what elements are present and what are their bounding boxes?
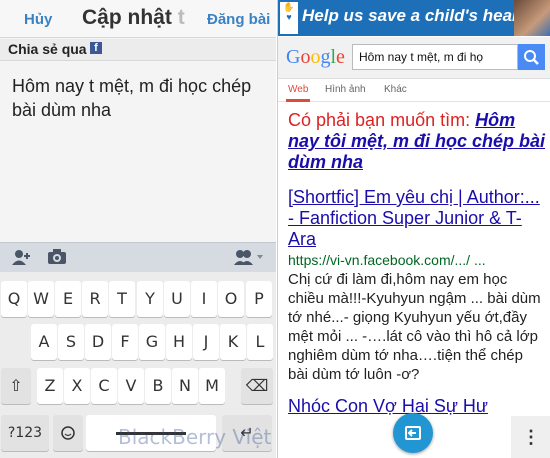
share-arrow-icon — [405, 426, 421, 440]
share-back-fab[interactable] — [393, 413, 433, 453]
shift-key[interactable]: ⇧ — [1, 368, 31, 404]
audience-friends-icon[interactable] — [234, 249, 264, 269]
key-h[interactable]: H — [166, 324, 192, 360]
key-i[interactable]: I — [191, 281, 217, 317]
ad-photo — [514, 0, 550, 36]
page-title: Cập nhật t — [82, 6, 188, 30]
search-tabs: Web Hình ảnh Khác — [278, 80, 550, 102]
key-z[interactable]: Z — [37, 368, 63, 404]
facebook-compose-pane: Hủy Cập nhật t Đăng bài Chia sẻ qua f Hô… — [0, 0, 276, 458]
key-x[interactable]: X — [64, 368, 90, 404]
backspace-key[interactable]: ⌫ — [241, 368, 273, 404]
charity-logo-icon: ✋ ♥ — [280, 2, 298, 34]
compose-area[interactable]: Hôm nay t mệt, m đi học chép bài dùm nha — [0, 62, 276, 242]
key-j[interactable]: J — [193, 324, 219, 360]
key-k[interactable]: K — [220, 324, 246, 360]
facebook-icon: f — [90, 42, 102, 54]
cancel-button[interactable]: Hủy — [24, 11, 52, 28]
overflow-menu-button[interactable]: ⋮ — [511, 416, 550, 458]
search-button[interactable] — [518, 44, 545, 70]
google-header: Google Hôm nay t mệt, m đi họ — [278, 37, 550, 79]
key-u[interactable]: U — [164, 281, 190, 317]
result-title-link[interactable]: [Shortfic] Em yêu chị | Author:... - Fan… — [288, 187, 546, 250]
search-results: Có phải bạn muốn tìm: Hôm nay tôi mệt, m… — [288, 110, 546, 417]
did-you-mean-prefix: Có phải bạn muốn tìm: — [288, 110, 476, 130]
search-input[interactable]: Hôm nay t mệt, m đi họ — [352, 44, 518, 70]
search-icon — [524, 50, 539, 65]
ad-text: Help us save a child's heart! — [302, 6, 530, 25]
key-n[interactable]: N — [172, 368, 198, 404]
watermark: BlackBerry Việt Nam — [118, 425, 276, 449]
did-you-mean: Có phải bạn muốn tìm: Hôm nay tôi mệt, m… — [288, 110, 546, 173]
key-t[interactable]: T — [109, 281, 135, 317]
attachment-bar — [0, 242, 276, 272]
tab-images[interactable]: Hình ảnh — [325, 84, 366, 95]
result-snippet: Chị cứ đi làm đi,hôm nay em học chiều mà… — [288, 271, 541, 383]
ad-banner[interactable]: ✋ ♥ Help us save a child's heart! — [278, 0, 550, 36]
compose-text[interactable]: Hôm nay t mệt, m đi học chép bài dùm nha — [12, 74, 262, 122]
key-w[interactable]: W — [28, 281, 54, 317]
title-fade-text: t — [177, 6, 185, 29]
key-d[interactable]: D — [85, 324, 111, 360]
key-q[interactable]: Q — [1, 281, 27, 317]
key-y[interactable]: Y — [137, 281, 163, 317]
tab-more[interactable]: Khác — [384, 84, 407, 95]
camera-icon[interactable] — [48, 249, 66, 268]
key-e[interactable]: E — [55, 281, 81, 317]
tab-web[interactable]: Web — [288, 84, 308, 95]
key-g[interactable]: G — [139, 324, 165, 360]
key-f[interactable]: F — [112, 324, 138, 360]
key-m[interactable]: M — [199, 368, 225, 404]
share-via-row[interactable]: Chia sẻ qua f — [0, 39, 276, 61]
key-a[interactable]: A — [31, 324, 57, 360]
key-o[interactable]: O — [218, 281, 244, 317]
compose-top-bar: Hủy Cập nhật t Đăng bài — [0, 0, 276, 38]
key-l[interactable]: L — [247, 324, 273, 360]
share-label: Chia sẻ qua — [8, 41, 87, 57]
key-r[interactable]: R — [82, 281, 108, 317]
key-s[interactable]: S — [58, 324, 84, 360]
google-logo[interactable]: Google — [286, 46, 345, 69]
key-c[interactable]: C — [91, 368, 117, 404]
key-b[interactable]: B — [145, 368, 171, 404]
tag-friend-icon[interactable] — [12, 249, 32, 269]
key-p[interactable]: P — [246, 281, 272, 317]
title-text: Cập nhật — [82, 6, 172, 29]
result-url: https://vi-vn.facebook.com/.../ ... — [288, 252, 486, 268]
key-v[interactable]: V — [118, 368, 144, 404]
post-button[interactable]: Đăng bài — [207, 11, 270, 28]
browser-pane: ✋ ♥ Help us save a child's heart! Google … — [277, 0, 550, 458]
symbols-key[interactable]: ?123 — [1, 415, 49, 451]
active-tab-indicator — [286, 99, 310, 102]
emoji-key-icon[interactable] — [53, 415, 83, 451]
